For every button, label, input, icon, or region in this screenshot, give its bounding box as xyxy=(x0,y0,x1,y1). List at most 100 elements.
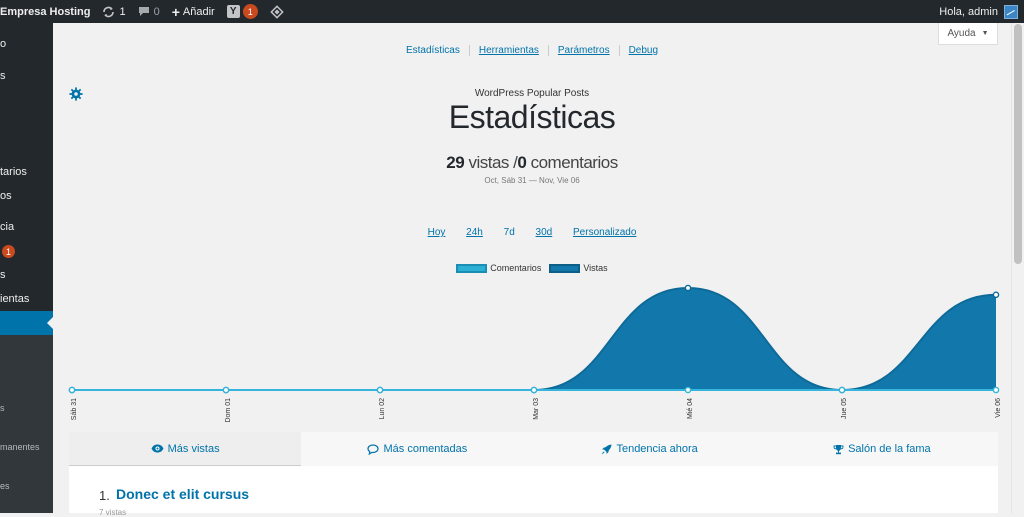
sidebar-item-5[interactable]: s xyxy=(0,269,6,281)
add-new-label: Añadir xyxy=(182,5,215,18)
eye-icon xyxy=(151,444,164,453)
rocket-icon xyxy=(601,444,612,454)
point-comments-6[interactable] xyxy=(992,386,1000,394)
scrollbar-thumb[interactable] xyxy=(1014,24,1022,264)
help-label: Ayuda xyxy=(947,28,976,39)
site-name: Empresa Hosting xyxy=(0,5,91,18)
series-line-views xyxy=(72,286,997,392)
subnav-params[interactable]: Parámetros xyxy=(547,45,619,56)
comment-bubble-icon xyxy=(138,7,149,16)
chart-legend: Comentarios Vistas xyxy=(53,263,1011,273)
plus-icon: + xyxy=(171,3,180,20)
point-comments-0[interactable] xyxy=(68,386,76,394)
x-tick-label-2: Lun 02 xyxy=(379,398,386,420)
posts-tabs: Más vistas Más comentadas Tendencia ahor… xyxy=(69,432,998,466)
legend-swatch-comments xyxy=(456,263,488,273)
range-24h[interactable]: 24h xyxy=(466,227,483,238)
series-area-views xyxy=(72,288,996,390)
stats-summary: 29 vistas /0 comentarios xyxy=(53,153,1011,173)
x-tick-label-4: Mié 04 xyxy=(687,398,694,419)
tab-hall-of-fame[interactable]: Salón de la fama xyxy=(766,432,998,466)
legend-label-views: Vistas xyxy=(583,263,608,273)
sidebar-subitem-8[interactable]: manentes xyxy=(0,442,40,452)
plugin-name: WordPress Popular Posts xyxy=(474,88,590,99)
views-chart: Sáb 31 Dom 01 Lun 02 Mar 03 Mié 04 Jue 05 Vie … xyxy=(68,284,1002,423)
yoast-icon: Y xyxy=(226,5,240,18)
sidebar-badge: 1 xyxy=(2,245,15,258)
sidebar-item-3[interactable]: os xyxy=(0,190,12,202)
tab-label: Salón de la fama xyxy=(848,443,931,455)
tab-label: Más vistas xyxy=(167,442,220,455)
avatar xyxy=(1004,4,1018,19)
sidebar-active-item[interactable] xyxy=(0,311,53,335)
point-comments-1[interactable] xyxy=(222,386,230,394)
list-item-title[interactable]: Donec et elit cursus xyxy=(116,486,249,502)
legend-swatch-views xyxy=(549,263,581,273)
refresh-icon xyxy=(103,6,115,17)
point-comments-3[interactable] xyxy=(530,386,538,394)
updates-count: 1 xyxy=(119,5,126,18)
range-7d[interactable]: 7d xyxy=(504,227,515,238)
x-tick-label-1: Dom 01 xyxy=(225,398,232,423)
site-name-link[interactable]: Empresa Hosting xyxy=(0,0,96,23)
tab-trending[interactable]: Tendencia ahora xyxy=(534,432,766,466)
plugin-subnav: Estadísticas Herramientas Parámetros Debug xyxy=(53,45,1011,56)
list-item-rank: 1. xyxy=(99,488,110,503)
range-custom[interactable]: Personalizado xyxy=(573,227,636,238)
date-range: Oct, Sáb 31 — Nov, Vie 06 xyxy=(484,176,580,185)
tab-most-commented[interactable]: Más comentadas xyxy=(301,432,533,466)
point-views-4[interactable] xyxy=(684,284,692,292)
comments-count: 0 xyxy=(517,153,527,172)
sidebar-item-6[interactable]: ientas xyxy=(0,293,29,305)
x-tick-label-0: Sáb 31 xyxy=(71,398,78,420)
sidebar-item-0[interactable]: o xyxy=(0,38,6,50)
subnav-stats[interactable]: Estadísticas xyxy=(397,45,469,56)
comments-link[interactable]: 0 xyxy=(132,0,166,23)
account-menu[interactable]: Hola, admin xyxy=(939,0,1018,23)
views-label: vistas xyxy=(468,153,509,172)
comments-count: 0 xyxy=(153,5,160,18)
point-views-6[interactable] xyxy=(992,291,1000,299)
scrollbar[interactable] xyxy=(1011,23,1024,513)
legend-comments[interactable]: Comentarios xyxy=(456,263,541,273)
range-30d[interactable]: 30d xyxy=(536,227,553,238)
x-tick-label-5: Jue 05 xyxy=(841,398,848,419)
point-comments-2[interactable] xyxy=(376,386,384,394)
range-selector: Hoy 24h 7d 30d Personalizado xyxy=(53,227,1011,238)
help-button[interactable]: Ayuda ▼ xyxy=(938,23,998,45)
sidebar-subitem-7[interactable]: s xyxy=(0,403,5,413)
tab-most-viewed[interactable]: Más vistas xyxy=(69,432,302,466)
greeting: Hola, admin xyxy=(939,5,998,18)
updates-link[interactable]: 1 xyxy=(96,0,131,23)
point-comments-5[interactable] xyxy=(838,386,846,394)
sidebar-item-1[interactable]: s xyxy=(0,70,6,82)
legend-views[interactable]: Vistas xyxy=(549,263,608,273)
legend-label-comments: Comentarios xyxy=(490,263,542,273)
x-tick-label-3: Mar 03 xyxy=(533,398,540,420)
comments-label: comentarios xyxy=(530,153,619,172)
subnav-debug[interactable]: Debug xyxy=(618,45,668,56)
tab-label: Más comentadas xyxy=(383,443,468,455)
x-tick-label-6: Vie 06 xyxy=(995,398,1002,418)
tab-label: Tendencia ahora xyxy=(616,443,698,455)
sidebar-item-4[interactable]: cia xyxy=(0,221,14,233)
yoast-badge: 1 xyxy=(242,4,258,19)
diamond-icon xyxy=(269,4,284,19)
page-title: Estadísticas xyxy=(448,99,616,135)
admin-bar: Empresa Hosting 1 0 + Añadir Y 1 Hola, a… xyxy=(0,0,1024,23)
views-count: 29 xyxy=(446,153,465,172)
add-new-link[interactable]: + Añadir xyxy=(166,0,221,23)
sidebar-item-2[interactable]: tarios xyxy=(0,166,27,178)
admin-sidebar: o s tarios os cia 1 s ientas s manentes … xyxy=(0,23,53,513)
range-today[interactable]: Hoy xyxy=(428,227,446,238)
diamond-link[interactable] xyxy=(264,0,290,23)
sidebar-subitem-9[interactable]: es xyxy=(0,481,10,491)
point-comments-4[interactable] xyxy=(684,386,692,394)
posts-list: 1. Donec et elit cursus 7 vistas xyxy=(69,466,998,517)
yoast-link[interactable]: Y 1 xyxy=(221,0,264,23)
comment-icon xyxy=(367,443,380,455)
trophy-icon xyxy=(833,444,844,454)
main-content: Ayuda ▼ Estadísticas Herramientas Parámetr… xyxy=(53,23,1011,517)
subnav-tools[interactable]: Herramientas xyxy=(468,45,548,56)
caret-down-icon: ▼ xyxy=(981,30,989,37)
